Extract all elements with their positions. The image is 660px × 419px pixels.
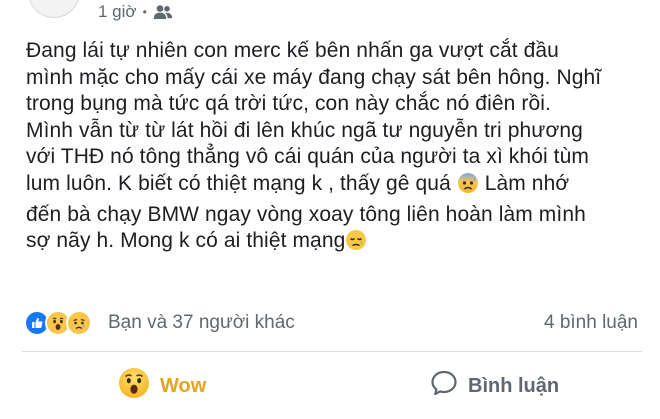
wow-icon xyxy=(118,367,150,405)
post-line: đến bà chạy BMW ngay vòng xoay tông liên… xyxy=(26,202,586,226)
avatar[interactable] xyxy=(28,0,80,18)
comments-count-link[interactable]: 4 bình luận xyxy=(544,312,638,334)
sad-reaction-icon xyxy=(66,310,92,336)
post-timestamp[interactable]: 1 giờ xyxy=(98,2,137,22)
comment-label: Bình luận xyxy=(468,374,560,397)
wow-label: Wow xyxy=(160,374,207,397)
reaction-summary-link[interactable]: Bạn và 37 người khác xyxy=(108,312,295,334)
post-line: Đang lái tự nhiên con merc kế bên nhấn g… xyxy=(26,39,559,62)
friends-icon[interactable] xyxy=(153,4,173,20)
comment-button[interactable]: Bình luận xyxy=(430,366,559,406)
post-line: với THĐ nó tông thẳng vô cái quán của ng… xyxy=(26,145,589,169)
post-text-segment: sợ nãy h. Mong k có ai thiệt mạng xyxy=(26,229,346,253)
post-header: 1 giờ • xyxy=(0,0,660,30)
post-line-with-emoji: sợ nãy h. Mong k có ai thiệt mạng xyxy=(26,228,646,259)
sad-relieved-face-icon xyxy=(345,229,367,259)
post-meta: 1 giờ • xyxy=(98,2,173,22)
comment-icon xyxy=(430,369,458,403)
wow-reaction-button[interactable]: Wow xyxy=(118,366,206,406)
post-body: Đang lái tự nhiên con merc kế bên nhấn g… xyxy=(26,38,646,259)
post-line: trong bụng mà tức qá trời tức, con này c… xyxy=(26,92,551,116)
post-text-segment: lum luôn. K biết có thiệt mạng k , thấy … xyxy=(26,171,457,195)
meta-separator: • xyxy=(142,5,147,19)
post-line: mình mặc cho mấy cái xe máy đang chạy sá… xyxy=(26,65,602,89)
post-line-with-emoji: lum luôn. K biết có thiệt mạng k , thấy … xyxy=(26,171,646,202)
post-actions: Wow Bình luận xyxy=(0,352,660,419)
post-line: Mình vẫn từ từ lát hồi đi lên khúc ngã t… xyxy=(26,118,583,142)
anxious-face-icon xyxy=(457,172,479,202)
post-text-segment: Làm nhớ xyxy=(478,171,570,195)
reactions-bar: Bạn và 37 người khác 4 bình luận xyxy=(24,310,644,338)
reaction-icons[interactable] xyxy=(24,310,92,336)
